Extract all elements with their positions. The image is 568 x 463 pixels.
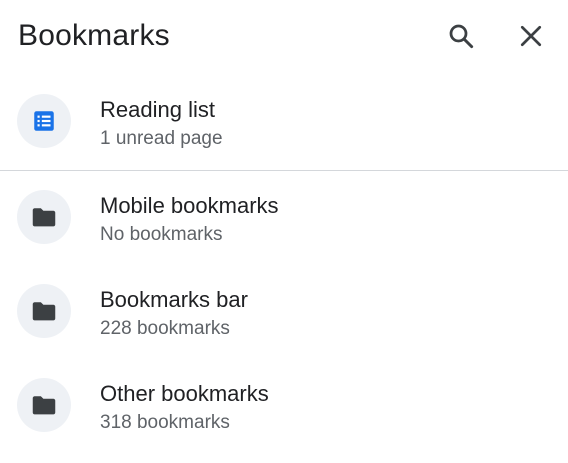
folder-icon-container — [17, 190, 71, 244]
list-item-subtitle: 228 bookmarks — [100, 318, 230, 339]
close-button[interactable] — [509, 14, 553, 58]
close-icon — [520, 25, 542, 47]
divider — [0, 170, 568, 171]
folder-icon-container — [17, 378, 71, 432]
list-item-reading-list[interactable]: Reading list 1 unread page — [0, 82, 568, 162]
page-title: Bookmarks — [18, 19, 170, 52]
reading-list-icon — [34, 111, 54, 131]
folder-icon — [32, 208, 56, 227]
folder-icon — [32, 302, 56, 321]
list-item-title: Other bookmarks — [100, 381, 269, 406]
app-header: Bookmarks — [0, 0, 568, 72]
list-item-bookmarks-bar[interactable]: Bookmarks bar 228 bookmarks — [0, 272, 568, 352]
search-icon — [449, 24, 474, 49]
search-button[interactable] — [439, 14, 483, 58]
folder-icon — [32, 396, 56, 415]
list-item-subtitle: 318 bookmarks — [100, 412, 230, 433]
folder-icon-container — [17, 284, 71, 338]
list-item-subtitle: No bookmarks — [100, 224, 223, 245]
list-item-mobile-bookmarks[interactable]: Mobile bookmarks No bookmarks — [0, 178, 568, 258]
list-item-title: Bookmarks bar — [100, 287, 248, 312]
list-item-title: Mobile bookmarks — [100, 193, 279, 218]
list-item-title: Reading list — [100, 97, 215, 122]
list-item-subtitle: 1 unread page — [100, 128, 223, 149]
reading-list-icon-container — [17, 94, 71, 148]
list-item-other-bookmarks[interactable]: Other bookmarks 318 bookmarks — [0, 366, 568, 446]
